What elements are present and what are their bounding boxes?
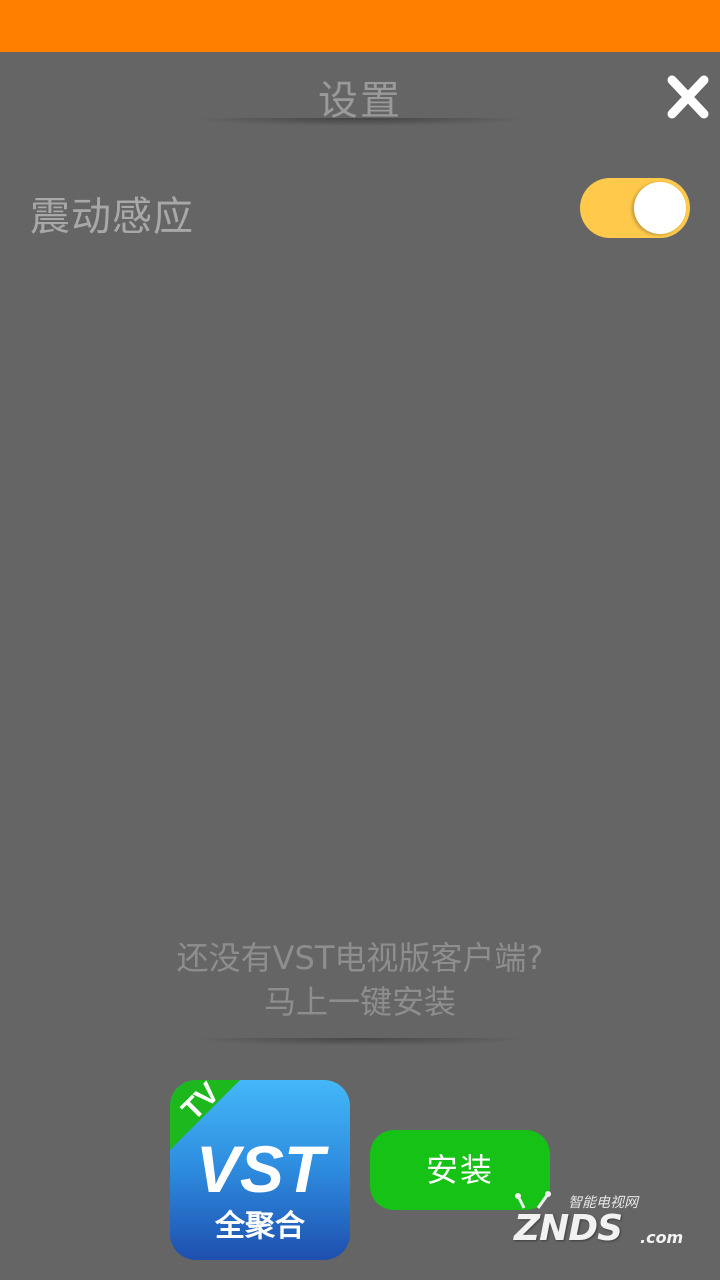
- vibration-setting-row: 震动感应: [0, 172, 720, 252]
- toggle-knob: [634, 182, 686, 234]
- promo-line-1: 还没有VST电视版客户端?: [176, 939, 544, 977]
- watermark-logo: ZNDS: [514, 1208, 623, 1249]
- promo-text: 还没有VST电视版客户端? 马上一键安装: [0, 936, 720, 1024]
- watermark-suffix: .com: [640, 1228, 684, 1247]
- vst-subtitle: 全聚合: [214, 1209, 305, 1244]
- settings-dialog: 设置 震动感应 还没有VST电视版客户端? 马上一键安装 TV VST 全聚合 …: [0, 52, 720, 1280]
- status-bar: [0, 0, 720, 52]
- promo-line-2: 马上一键安装: [263, 983, 456, 1021]
- vst-logo-text: VST: [196, 1132, 329, 1206]
- vst-logo-icon: TV VST 全聚合: [170, 1080, 329, 1244]
- close-icon: [667, 75, 709, 119]
- promo-divider: [190, 1038, 530, 1046]
- vibration-toggle[interactable]: [580, 178, 690, 238]
- vibration-label: 震动感应: [30, 194, 194, 240]
- title-divider: [190, 118, 530, 126]
- znds-watermark: 智能电视网 ZNDS .com: [508, 1186, 688, 1266]
- close-button[interactable]: [660, 70, 716, 126]
- vst-app-icon[interactable]: TV VST 全聚合: [170, 1080, 350, 1260]
